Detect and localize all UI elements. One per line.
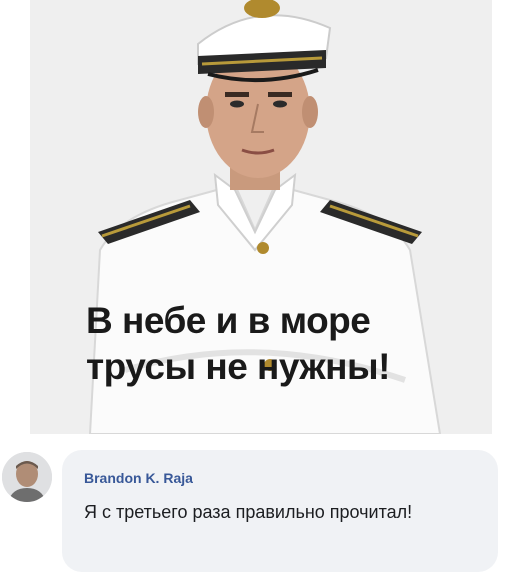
meme-caption: В небе и в море трусы не нужны! (86, 298, 466, 390)
comment-author-link[interactable]: Brandon K. Raja (84, 470, 193, 486)
caption-line-1: В небе и в море (86, 300, 371, 341)
avatar-photo (2, 452, 52, 502)
comment-bubble: Brandon K. Raja Я с третьего раза правил… (62, 450, 498, 572)
post-image[interactable]: В небе и в море трусы не нужны! (30, 0, 492, 434)
avatar[interactable] (2, 452, 52, 502)
comment-text: Я с третьего раза правильно прочитал! (84, 502, 413, 522)
comment: Brandon K. Raja Я с третьего раза правил… (0, 440, 522, 572)
caption-line-2: трусы не нужны! (86, 346, 390, 387)
